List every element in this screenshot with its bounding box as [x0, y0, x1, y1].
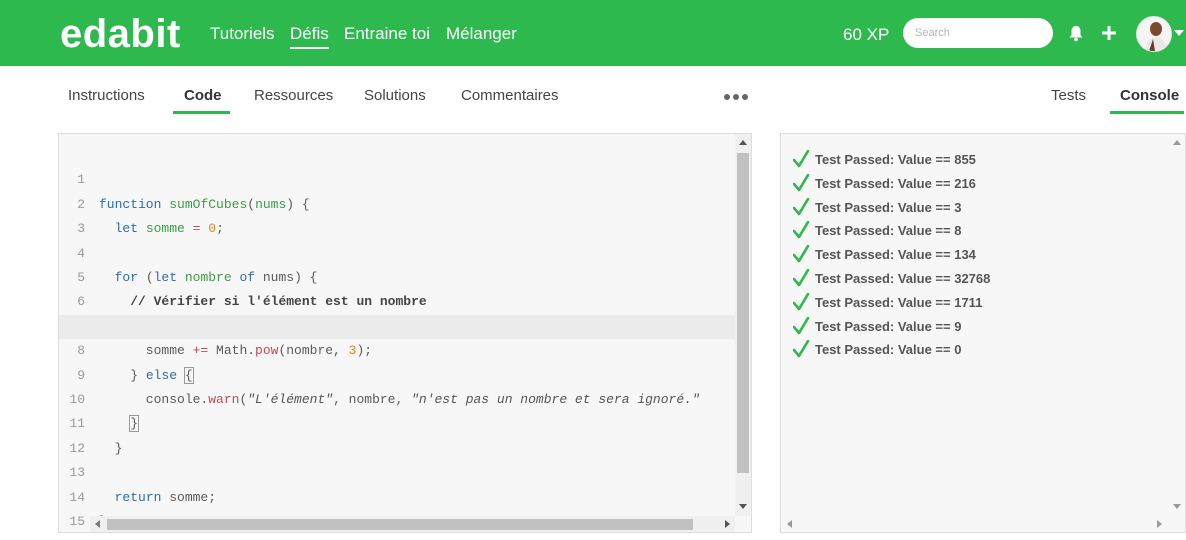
tab-ressources[interactable]: Ressources	[254, 86, 333, 106]
code-line[interactable]: 7 somme += Math.pow(nombre, 3);	[59, 290, 735, 358]
code-line[interactable]: 5 // Vérifier si l'élément est un nombre	[59, 242, 735, 309]
test-result-text: Test Passed: Value == 855	[815, 152, 976, 167]
code-line[interactable]: 14 }	[59, 461, 735, 529]
test-result-text: Test Passed: Value == 134	[815, 247, 976, 262]
code-line[interactable]: 2 let somme = 0;	[59, 168, 735, 236]
code-line[interactable]: 15	[59, 486, 735, 529]
code-line[interactable]: 4 for (let nombre of nums) {	[59, 217, 735, 285]
check-icon	[793, 221, 809, 239]
tab-solutions[interactable]: Solutions	[364, 86, 426, 106]
scroll-up-arrow-icon[interactable]	[1173, 140, 1181, 145]
scroll-right-arrow-icon[interactable]	[1157, 520, 1162, 528]
plus-icon[interactable]	[1102, 26, 1116, 40]
xp-counter: 60 XP	[843, 25, 890, 44]
tab-console[interactable]: Console	[1120, 86, 1179, 106]
scroll-down-arrow-icon[interactable]	[1173, 504, 1181, 509]
nav-link-defis[interactable]: Défis	[290, 23, 329, 49]
code-line[interactable]: 11 }	[59, 388, 735, 455]
console-horizontal-scrollbar[interactable]	[781, 516, 1169, 532]
check-icon	[793, 245, 809, 263]
more-options-icon[interactable]	[724, 92, 748, 100]
code-line[interactable]: 1 function sumOfCubes(nums) {	[59, 144, 735, 211]
check-icon	[793, 174, 809, 192]
tab-tests[interactable]: Tests	[1051, 86, 1086, 106]
editor-vertical-scroll-thumb[interactable]	[737, 153, 749, 473]
test-result-text: Test Passed: Value == 9	[815, 319, 962, 334]
check-icon	[793, 198, 809, 216]
tab-console-underline	[1110, 111, 1184, 114]
tab-commentaires[interactable]: Commentaires	[461, 86, 559, 106]
code-line[interactable]: 6 if (typeof nombre === 'number' && !isN…	[59, 266, 735, 333]
nav-link-entraine-toi[interactable]: Entraine toi	[344, 23, 430, 45]
code-line[interactable]: 10 }	[59, 364, 735, 433]
code-line-active[interactable]: 8 } else {	[59, 314, 735, 384]
tab-code[interactable]: Code	[184, 86, 222, 106]
scroll-right-arrow-icon[interactable]	[725, 520, 730, 528]
scroll-up-arrow-icon[interactable]	[739, 140, 747, 145]
test-result-text: Test Passed: Value == 3	[815, 200, 962, 215]
test-result-text: Test Passed: Value == 1711	[815, 295, 983, 310]
code-line[interactable]: 13 return somme;	[59, 437, 735, 504]
test-result-text: Test Passed: Value == 32768	[815, 271, 991, 286]
tab-code-underline	[173, 111, 230, 114]
check-icon	[793, 269, 809, 287]
test-result-text: Test Passed: Value == 0	[815, 342, 962, 357]
console-vertical-scrollbar[interactable]	[1169, 134, 1185, 516]
scroll-left-arrow-icon[interactable]	[787, 520, 792, 528]
nav-link-tutoriels[interactable]: Tutoriels	[210, 23, 275, 45]
scroll-left-arrow-icon[interactable]	[95, 520, 100, 528]
test-result-text: Test Passed: Value == 8	[815, 223, 962, 238]
chevron-down-icon[interactable]	[1174, 30, 1184, 36]
code-line[interactable]: 9 console.warn("L'élément", nombre, "n'e…	[59, 339, 735, 407]
code-line[interactable]: 12	[59, 412, 735, 456]
check-icon	[793, 317, 809, 335]
editor-horizontal-scroll-thumb[interactable]	[107, 519, 693, 530]
check-icon	[793, 340, 809, 358]
check-icon	[793, 150, 809, 168]
code-editor[interactable]: 1 function sumOfCubes(nums) { 2 let somm…	[58, 133, 752, 533]
bell-icon[interactable]	[1068, 25, 1084, 42]
top-navbar: edabit Tutoriels Défis Entraine toi Méla…	[0, 0, 1186, 66]
check-icon	[793, 293, 809, 311]
scroll-down-arrow-icon[interactable]	[739, 504, 747, 509]
code-line[interactable]: 3	[59, 193, 735, 236]
tab-instructions[interactable]: Instructions	[68, 86, 145, 106]
search-input[interactable]	[903, 18, 1053, 48]
logo[interactable]: edabit	[60, 10, 181, 58]
console-panel[interactable]: Test Passed: Value == 855 Test Passed: V…	[780, 133, 1186, 533]
test-result-text: Test Passed: Value == 216	[815, 176, 976, 191]
nav-link-melanger[interactable]: Mélanger	[446, 23, 517, 45]
avatar[interactable]	[1136, 16, 1172, 52]
